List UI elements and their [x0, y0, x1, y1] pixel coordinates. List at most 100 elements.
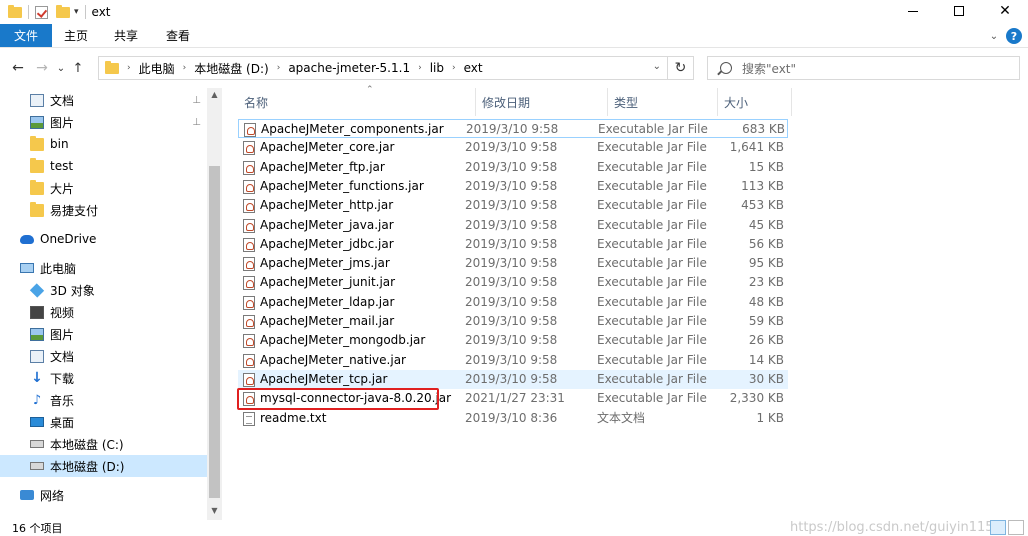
details-view-icon[interactable]: [990, 520, 1006, 535]
file-name: ApacheJMeter_tcp.jar: [260, 371, 388, 386]
sidebar-item-music[interactable]: ♪ 音乐: [0, 389, 207, 411]
sidebar-item-drive-d[interactable]: 本地磁盘 (D:): [0, 455, 207, 477]
file-row[interactable]: ApacheJMeter_java.jar 2019/3/10 9:58 Execu…: [238, 216, 788, 235]
file-row[interactable]: ApacheJMeter_junit.jar 2019/3/10 9:58 Exec…: [238, 273, 788, 292]
large-icons-view-icon[interactable]: [1008, 520, 1024, 535]
tab-share[interactable]: 共享: [104, 24, 154, 47]
sidebar-item-pictures[interactable]: 图片: [0, 323, 207, 345]
file-row[interactable]: ApacheJMeter_core.jar 2019/3/10 9:58 Execu…: [238, 138, 788, 157]
file-row[interactable]: ApacheJMeter_mail.jar 2019/3/10 9:58 Execu…: [238, 312, 788, 331]
search-input[interactable]: 搜索"ext": [742, 60, 796, 77]
minimize-button[interactable]: [890, 0, 936, 22]
sidebar-item-this-pc[interactable]: 此电脑: [0, 257, 207, 279]
sidebar-item-pictures-pinned[interactable]: 图片 ⊥: [0, 111, 207, 133]
breadcrumb-jmeter[interactable]: apache-jmeter-5.1.1: [288, 61, 410, 75]
file-date: 2019/3/10 9:58: [465, 217, 558, 232]
file-row[interactable]: ApacheJMeter_ftp.jar 2019/3/10 9:58 Execut…: [238, 158, 788, 177]
jar-file-icon: [243, 334, 255, 349]
pictures-icon: [30, 115, 44, 129]
new-folder-icon[interactable]: [56, 4, 70, 18]
file-row[interactable]: ApacheJMeter_tcp.jar 2019/3/10 9:58 Execut…: [238, 369, 788, 389]
folder-icon: [8, 4, 22, 18]
forward-button[interactable]: →: [30, 60, 54, 76]
sidebar-item-bin[interactable]: bin: [0, 133, 207, 155]
jar-file-icon: [243, 257, 255, 272]
properties-icon[interactable]: [35, 5, 48, 19]
jar-file-icon: [244, 123, 256, 137]
file-size: 59 KB: [748, 314, 784, 328]
refresh-button[interactable]: ↻: [668, 56, 694, 80]
file-date: 2019/3/10 9:58: [465, 352, 558, 367]
sidebar-item-movies[interactable]: 大片: [0, 177, 207, 199]
file-row[interactable]: ApacheJMeter_functions.jar 2019/3/10 9:58…: [238, 177, 788, 196]
file-date: 2019/3/10 9:58: [465, 294, 558, 309]
scroll-up-icon[interactable]: ▲: [207, 90, 222, 99]
breadcrumb-this-pc[interactable]: 此电脑: [139, 60, 175, 77]
column-header-date[interactable]: 修改日期: [476, 88, 608, 116]
sidebar-item-videos[interactable]: 视频: [0, 301, 207, 323]
file-row[interactable]: ApacheJMeter_ldap.jar 2019/3/10 9:58 Execu…: [238, 293, 788, 312]
3d-objects-icon: [29, 282, 45, 298]
title-separator: [84, 5, 86, 19]
back-button[interactable]: ←: [6, 60, 30, 76]
jar-file-icon: [243, 199, 255, 214]
breadcrumb-lib[interactable]: lib: [430, 61, 444, 75]
help-icon[interactable]: ?: [1006, 28, 1022, 44]
scrollbar-thumb[interactable]: [209, 166, 220, 498]
tab-home[interactable]: 主页: [52, 24, 104, 47]
breadcrumb-separator[interactable]: ›: [183, 63, 187, 73]
sidebar-item-test[interactable]: test: [0, 155, 207, 177]
address-bar[interactable]: › 此电脑 › 本地磁盘 (D:) › apache-jmeter-5.1.1 …: [98, 56, 668, 80]
file-type: Executable Jar File: [597, 352, 707, 367]
sidebar-item-downloads[interactable]: ↓ 下载: [0, 367, 207, 389]
column-label: 名称: [244, 95, 269, 110]
sidebar-item-easypay[interactable]: 易捷支付: [0, 199, 207, 221]
jar-file-icon: [243, 392, 255, 407]
breadcrumb-drive-d[interactable]: 本地磁盘 (D:): [194, 60, 268, 77]
file-row[interactable]: ApacheJMeter_http.jar 2019/3/10 9:58 Execu…: [238, 196, 788, 215]
quick-access-dropdown[interactable]: ▾: [74, 7, 79, 17]
file-row[interactable]: ApacheJMeter_native.jar 2019/3/10 9:58 Exe…: [238, 351, 788, 370]
address-dropdown-icon[interactable]: ⌄: [653, 61, 661, 72]
sidebar-item-label: 文档: [50, 93, 75, 108]
sidebar-item-label: 3D 对象: [50, 283, 95, 298]
sidebar-item-network[interactable]: 网络: [0, 484, 207, 506]
file-row[interactable]: ApacheJMeter_jdbc.jar 2019/3/10 9:58 Execu…: [238, 235, 788, 254]
recent-locations-button[interactable]: ⌄: [54, 63, 68, 74]
scroll-down-icon[interactable]: ▼: [207, 506, 222, 515]
file-row[interactable]: ApacheJMeter_components.jar 2019/3/10 9:5…: [238, 119, 788, 138]
sidebar-item-onedrive[interactable]: OneDrive: [0, 228, 207, 250]
file-type: Executable Jar File: [597, 371, 707, 386]
sidebar-item-documents-pinned[interactable]: 文档 ⊥: [0, 89, 207, 111]
sidebar-item-label: 本地磁盘 (C:): [50, 437, 124, 452]
maximize-button[interactable]: [936, 0, 982, 22]
file-row[interactable]: readme.txt 2019/3/10 8:36 文本文档 1 KB: [238, 409, 788, 428]
breadcrumb-separator[interactable]: ›: [418, 63, 422, 73]
file-name: ApacheJMeter_jdbc.jar: [260, 236, 394, 251]
file-type: Executable Jar File: [597, 217, 707, 232]
expand-ribbon-icon[interactable]: ⌄: [982, 31, 1006, 42]
search-box[interactable]: 搜索"ext": [707, 56, 1020, 80]
title-separator: [28, 5, 29, 19]
file-row[interactable]: mysql-connector-java-8.0.20.jar 2021/1/27…: [238, 389, 788, 408]
tab-file[interactable]: 文件: [0, 24, 52, 47]
sidebar-scrollbar[interactable]: ▲ ▼: [207, 88, 222, 520]
column-header-size[interactable]: 大小: [718, 88, 792, 116]
documents-icon: [30, 93, 44, 107]
close-button[interactable]: ✕: [982, 0, 1028, 22]
breadcrumb-separator[interactable]: ›: [452, 63, 456, 73]
sidebar-item-3d-objects[interactable]: 3D 对象: [0, 279, 207, 301]
tab-view[interactable]: 查看: [154, 24, 206, 47]
file-type: Executable Jar File: [597, 275, 707, 290]
sidebar-item-desktop[interactable]: 桌面: [0, 411, 207, 433]
column-header-type[interactable]: 类型: [608, 88, 718, 116]
column-header-name[interactable]: 名称 ⌃: [238, 85, 476, 116]
sidebar-item-drive-c[interactable]: 本地磁盘 (C:): [0, 433, 207, 455]
breadcrumb-ext[interactable]: ext: [464, 61, 483, 75]
sidebar-item-documents[interactable]: 文档: [0, 345, 207, 367]
file-row[interactable]: ApacheJMeter_jms.jar 2019/3/10 9:58 Execut…: [238, 254, 788, 273]
file-row[interactable]: ApacheJMeter_mongodb.jar 2019/3/10 9:58 Ex…: [238, 331, 788, 350]
up-button[interactable]: ↑: [68, 61, 88, 76]
breadcrumb-separator[interactable]: ›: [277, 63, 281, 73]
ribbon-right: ⌄ ?: [982, 24, 1028, 48]
